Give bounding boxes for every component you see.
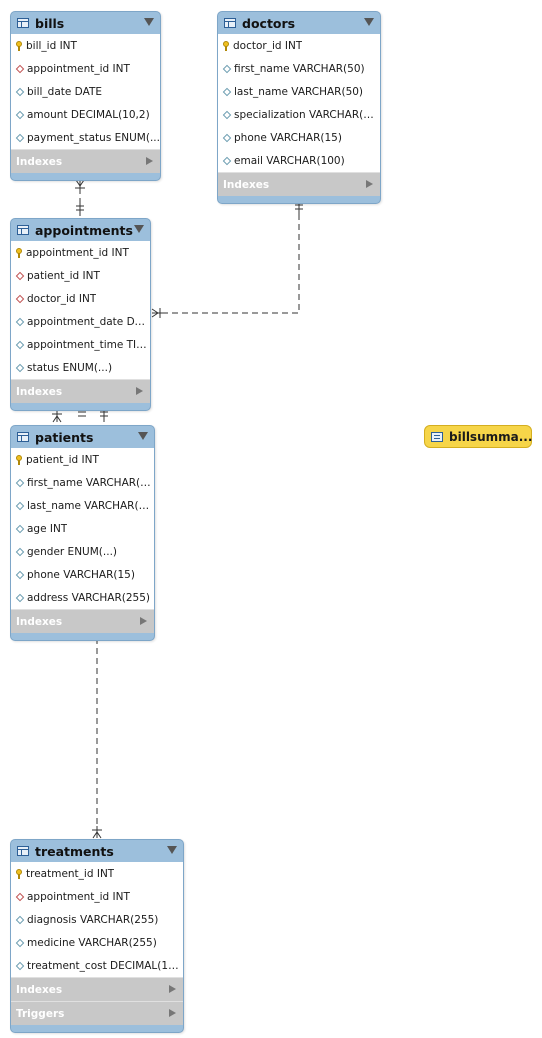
- column-row[interactable]: patient_id INT: [11, 264, 150, 287]
- column-icon: [15, 938, 25, 947]
- column-icon: [15, 547, 25, 556]
- table-icon: [17, 18, 29, 28]
- collapse-arrow-icon[interactable]: [364, 18, 374, 26]
- primary-key-icon: [16, 247, 22, 258]
- expand-arrow-icon[interactable]: [169, 1009, 176, 1017]
- table-name: bills: [35, 15, 65, 31]
- column-icon: [222, 133, 232, 142]
- view-icon: [431, 431, 443, 442]
- collapse-arrow-icon[interactable]: [167, 846, 177, 854]
- column-row[interactable]: amount DECIMAL(10,2): [11, 103, 160, 126]
- foreign-key-icon: [15, 64, 25, 73]
- column-row[interactable]: doctor_id INT: [218, 34, 380, 57]
- table-header[interactable]: patients: [11, 426, 154, 448]
- column-row[interactable]: diagnosis VARCHAR(255): [11, 908, 183, 931]
- column-icon: [222, 87, 232, 96]
- expand-arrow-icon[interactable]: [136, 387, 143, 395]
- column-icon: [15, 133, 25, 142]
- column-icon: [15, 570, 25, 579]
- column-row[interactable]: specialization VARCHAR(10...: [218, 103, 380, 126]
- collapse-arrow-icon[interactable]: [134, 225, 144, 233]
- indexes-section[interactable]: Indexes: [11, 609, 154, 633]
- column-row[interactable]: payment_status ENUM(...: [11, 126, 160, 149]
- table-patients[interactable]: patients patient_id INT first_name VARCH…: [10, 425, 155, 641]
- indexes-section[interactable]: Indexes: [11, 977, 183, 1001]
- column-row[interactable]: bill_date DATE: [11, 80, 160, 103]
- table-icon: [17, 225, 29, 235]
- column-row[interactable]: first_name VARCHAR(50): [218, 57, 380, 80]
- table-name: patients: [35, 429, 94, 445]
- table-doctors[interactable]: doctors doctor_id INT first_name VARCHAR…: [217, 11, 381, 204]
- column-row[interactable]: address VARCHAR(255): [11, 586, 154, 609]
- column-row[interactable]: bill_id INT: [11, 34, 160, 57]
- column-icon: [222, 156, 232, 165]
- table-bills[interactable]: bills bill_id INT appointment_id INT bil…: [10, 11, 161, 181]
- table-appointments[interactable]: appointments appointment_id INT patient_…: [10, 218, 151, 411]
- column-icon: [15, 915, 25, 924]
- primary-key-icon: [223, 40, 229, 51]
- column-icon: [222, 64, 232, 73]
- column-row[interactable]: phone VARCHAR(15): [11, 563, 154, 586]
- column-row[interactable]: treatment_cost DECIMAL(10,...: [11, 954, 183, 977]
- column-icon: [15, 501, 25, 510]
- column-row[interactable]: patient_id INT: [11, 448, 154, 471]
- expand-arrow-icon[interactable]: [140, 617, 147, 625]
- foreign-key-icon: [15, 892, 25, 901]
- indexes-section[interactable]: Indexes: [218, 172, 380, 196]
- table-icon: [17, 846, 29, 856]
- column-row[interactable]: appointment_id INT: [11, 885, 183, 908]
- table-header[interactable]: doctors: [218, 12, 380, 34]
- foreign-key-icon: [15, 294, 25, 303]
- column-row[interactable]: status ENUM(...): [11, 356, 150, 379]
- table-treatments[interactable]: treatments treatment_id INT appointment_…: [10, 839, 184, 1033]
- column-row[interactable]: appointment_date DA...: [11, 310, 150, 333]
- column-row[interactable]: phone VARCHAR(15): [218, 126, 380, 149]
- view-billsummary[interactable]: billsumma...: [424, 425, 532, 448]
- table-icon: [17, 432, 29, 442]
- collapse-arrow-icon[interactable]: [144, 18, 154, 26]
- column-icon: [15, 110, 25, 119]
- column-row[interactable]: email VARCHAR(100): [218, 149, 380, 172]
- collapse-arrow-icon[interactable]: [138, 432, 148, 440]
- column-icon: [15, 524, 25, 533]
- expand-arrow-icon[interactable]: [169, 985, 176, 993]
- column-icon: [15, 340, 25, 349]
- view-name: billsumma...: [449, 429, 533, 444]
- primary-key-icon: [16, 868, 22, 879]
- column-row[interactable]: age INT: [11, 517, 154, 540]
- triggers-section[interactable]: Triggers: [11, 1001, 183, 1025]
- table-name: doctors: [242, 15, 296, 31]
- column-icon: [222, 110, 232, 119]
- table-header[interactable]: bills: [11, 12, 160, 34]
- table-name: appointments: [35, 222, 133, 238]
- column-row[interactable]: appointment_id INT: [11, 57, 160, 80]
- column-icon: [15, 478, 25, 487]
- indexes-section[interactable]: Indexes: [11, 379, 150, 403]
- expand-arrow-icon[interactable]: [146, 157, 153, 165]
- table-header[interactable]: appointments: [11, 219, 150, 241]
- column-icon: [15, 593, 25, 602]
- column-row[interactable]: last_name VARCHAR(50): [11, 494, 154, 517]
- column-icon: [15, 87, 25, 96]
- foreign-key-icon: [15, 271, 25, 280]
- column-icon: [15, 363, 25, 372]
- table-icon: [224, 18, 236, 28]
- table-header[interactable]: treatments: [11, 840, 183, 862]
- column-row[interactable]: appointment_time TIME: [11, 333, 150, 356]
- column-row[interactable]: medicine VARCHAR(255): [11, 931, 183, 954]
- column-row[interactable]: doctor_id INT: [11, 287, 150, 310]
- column-row[interactable]: appointment_id INT: [11, 241, 150, 264]
- table-name: treatments: [35, 843, 114, 859]
- column-icon: [15, 961, 25, 970]
- primary-key-icon: [16, 40, 22, 51]
- column-row[interactable]: treatment_id INT: [11, 862, 183, 885]
- rel-appointments-doctors[interactable]: [152, 201, 300, 314]
- primary-key-icon: [16, 454, 22, 465]
- expand-arrow-icon[interactable]: [366, 180, 373, 188]
- column-icon: [15, 317, 25, 326]
- column-row[interactable]: first_name VARCHAR(5...: [11, 471, 154, 494]
- column-row[interactable]: last_name VARCHAR(50): [218, 80, 380, 103]
- indexes-section[interactable]: Indexes: [11, 149, 160, 173]
- column-row[interactable]: gender ENUM(...): [11, 540, 154, 563]
